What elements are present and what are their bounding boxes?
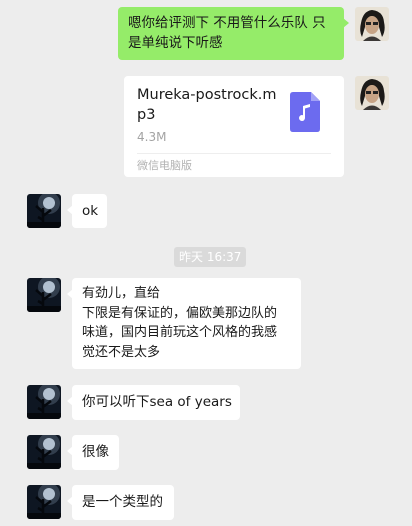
- bubble-tail: [67, 289, 73, 299]
- message-bubble[interactable]: 是一个类型的: [67, 485, 174, 520]
- file-message-card[interactable]: Mureka-postrock.mp3 4.3M 微信电脑版: [124, 76, 344, 177]
- bubble-tail: [67, 496, 73, 506]
- contact-avatar[interactable]: [27, 485, 61, 519]
- contact-avatar[interactable]: [27, 385, 61, 419]
- bubble-tail: [67, 396, 73, 406]
- contact-avatar[interactable]: [27, 278, 61, 312]
- message-bubble[interactable]: 你可以听下sea of years: [67, 385, 240, 420]
- bubble-tail: [67, 446, 73, 456]
- bubble-tail: [67, 205, 73, 215]
- contact-avatar[interactable]: [27, 435, 61, 469]
- divider: [137, 153, 331, 154]
- message-text: ok: [82, 203, 99, 219]
- message-text: 你可以听下sea of years: [82, 394, 232, 410]
- message-text: 有劲儿，直给 下限是有保证的，偏欧美那边队的 味道，国内目前玩这个风格的我感 觉…: [82, 286, 278, 360]
- music-file-icon: [290, 92, 320, 132]
- message-bubble[interactable]: 很像: [67, 435, 119, 470]
- message-text: 很像: [82, 444, 109, 460]
- file-name: Mureka-postrock.mp3: [137, 87, 277, 123]
- contact-avatar[interactable]: [27, 194, 61, 228]
- message-bubble[interactable]: ok: [67, 194, 107, 228]
- message-text: 是一个类型的: [82, 494, 163, 510]
- message-bubble[interactable]: 嗯你给评测下 不用管什么乐队 只 是单纯说下听感: [118, 7, 349, 60]
- bubble-tail: [343, 18, 349, 28]
- self-avatar[interactable]: [355, 76, 389, 110]
- chat-window: 嗯你给评测下 不用管什么乐队 只 是单纯说下听感 Mureka-postrock…: [0, 0, 412, 526]
- message-text: 嗯你给评测下 不用管什么乐队 只 是单纯说下听感: [128, 15, 326, 51]
- file-size: 4.3M: [137, 130, 167, 144]
- message-bubble[interactable]: 有劲儿，直给 下限是有保证的，偏欧美那边队的 味道，国内目前玩这个风格的我感 觉…: [67, 278, 301, 369]
- timestamp: 昨天 16:37: [174, 247, 247, 267]
- file-source-label: 微信电脑版: [137, 159, 192, 172]
- self-avatar[interactable]: [355, 7, 389, 41]
